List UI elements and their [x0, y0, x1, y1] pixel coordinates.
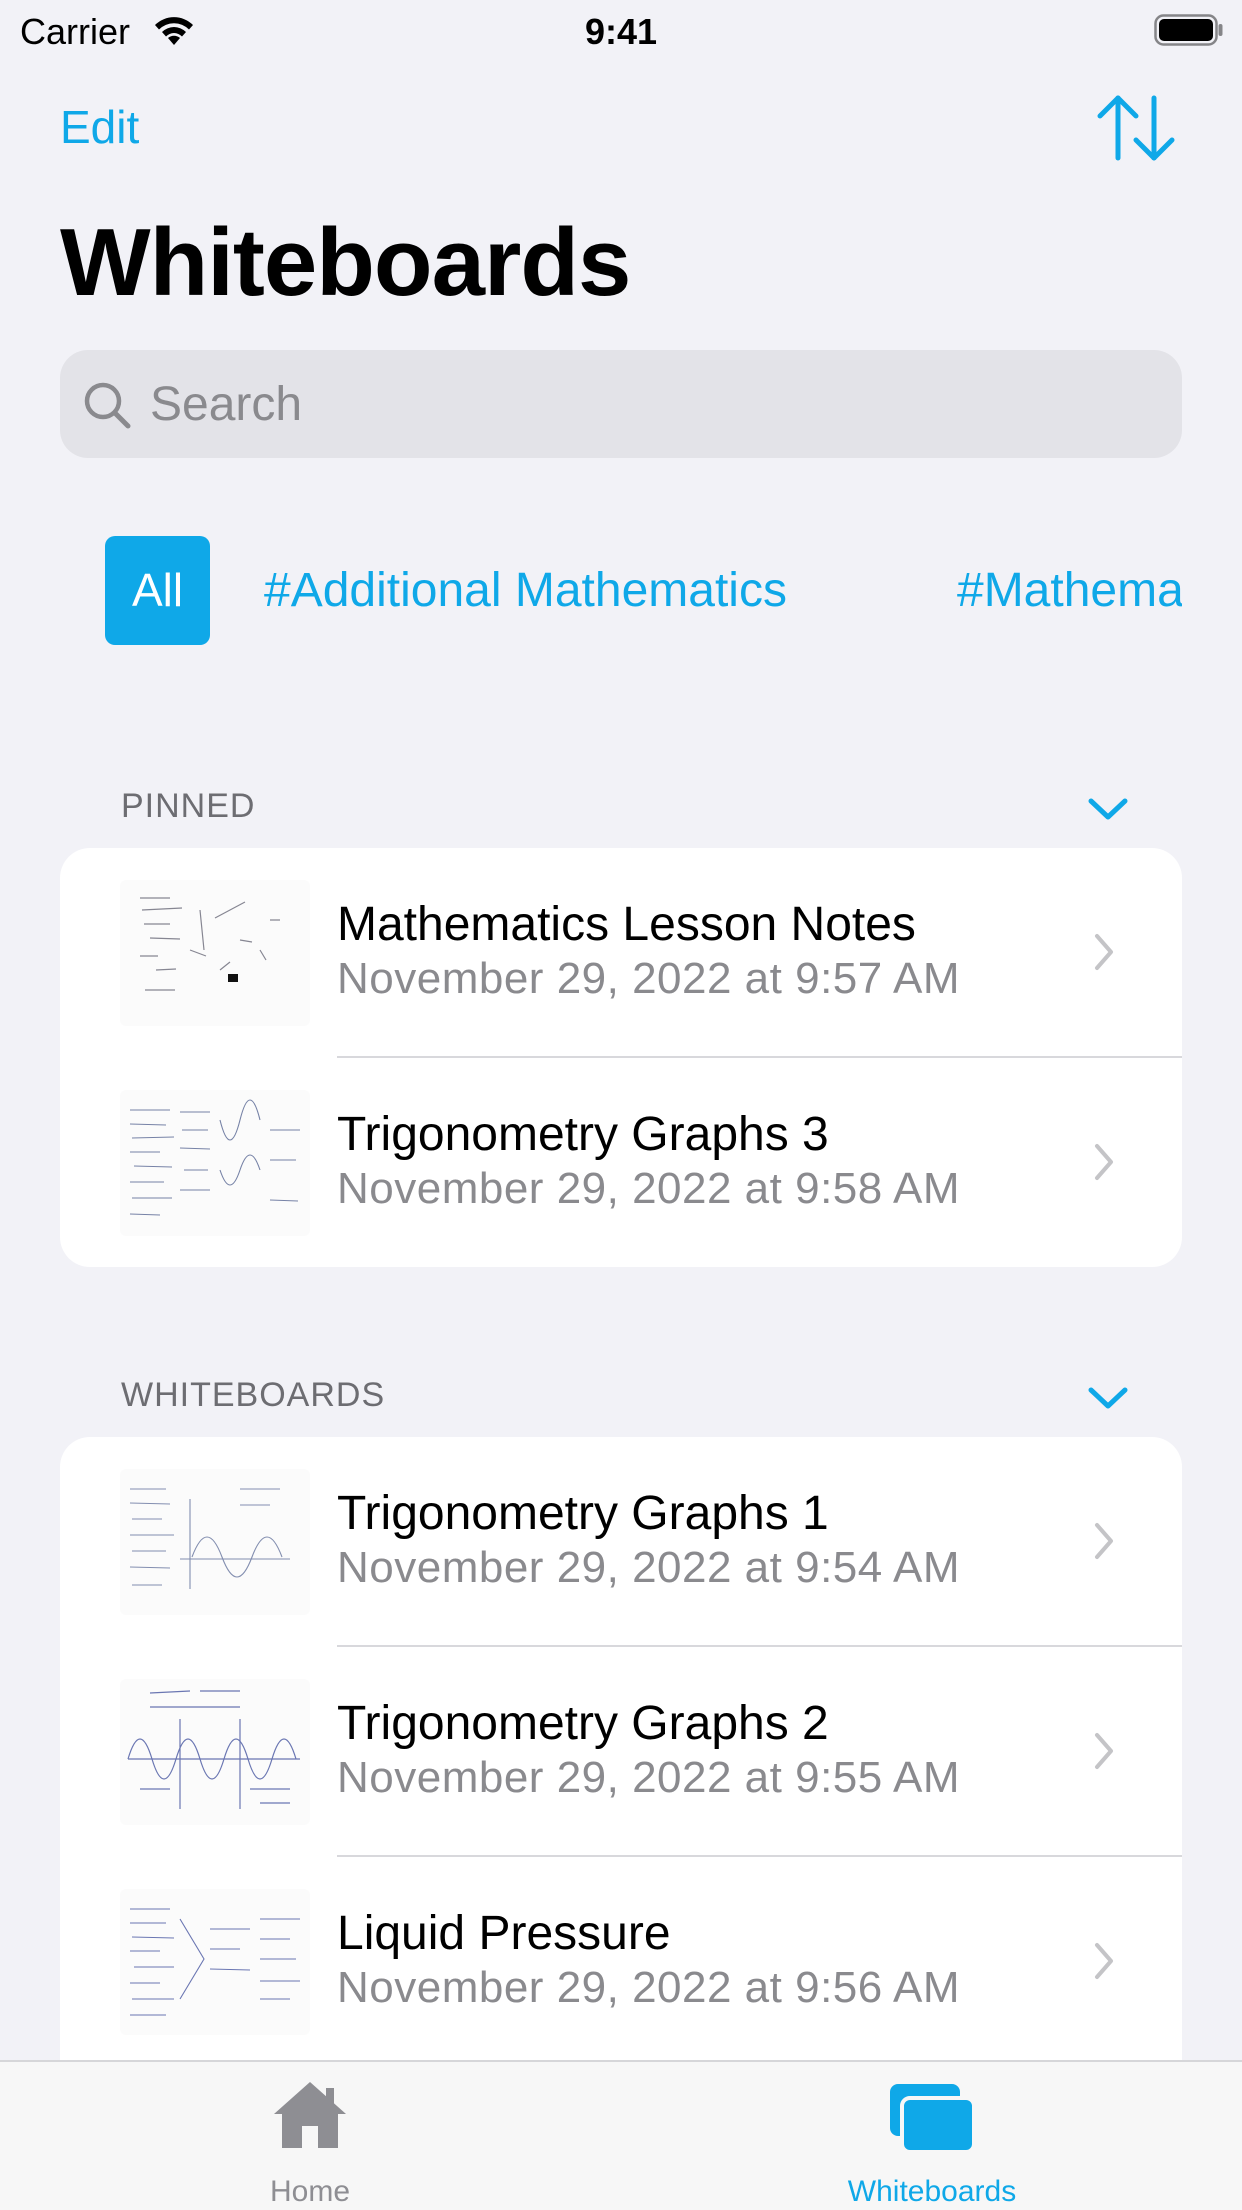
search-icon: [84, 382, 131, 429]
whiteboard-title: Trigonometry Graphs 2: [337, 1697, 829, 1750]
whiteboard-title: Trigonometry Graphs 3: [337, 1108, 829, 1161]
whiteboards-section-header: WHITEBOARDS: [121, 1376, 386, 1414]
whiteboard-thumbnail: [120, 1469, 310, 1615]
chevron-right-icon: [1095, 934, 1113, 970]
house-icon: [274, 2082, 346, 2148]
whiteboard-date: November 29, 2022 at 9:55 AM: [337, 1753, 961, 1802]
tag-all-button[interactable]: All: [105, 536, 210, 645]
tab-home-label: Home: [269, 2175, 351, 2208]
chevron-right-icon: [1095, 1144, 1113, 1180]
chevron-right-icon: [1095, 1943, 1113, 1979]
whiteboards-list-card: Trigonometry Graphs 1 November 29, 2022 …: [60, 1437, 1182, 2117]
list-item[interactable]: Trigonometry Graphs 2 November 29, 2022 …: [60, 1647, 1182, 1857]
whiteboard-thumbnail: [120, 1889, 310, 2035]
search-input[interactable]: [150, 356, 1150, 452]
whiteboard-date: November 29, 2022 at 9:56 AM: [337, 1963, 961, 2012]
tag-additional-mathematics[interactable]: #Additional Mathematics: [264, 536, 787, 645]
tag-mathematics[interactable]: #Mathematics: [957, 536, 1182, 645]
page-title: Whiteboards: [60, 209, 631, 316]
battery-icon: [1154, 14, 1223, 46]
whiteboard-title: Liquid Pressure: [337, 1907, 671, 1960]
whiteboard-date: November 29, 2022 at 9:58 AM: [337, 1164, 961, 1213]
tab-bar: Home Whiteboards: [0, 2060, 1242, 2210]
pinned-section-header: PINNED: [121, 787, 256, 825]
list-item[interactable]: Trigonometry Graphs 1 November 29, 2022 …: [60, 1437, 1182, 1647]
whiteboard-title: Trigonometry Graphs 1: [337, 1487, 829, 1540]
whiteboards-collapse-chevron-icon[interactable]: [1087, 1385, 1129, 1411]
tab-whiteboards[interactable]: Whiteboards: [782, 2062, 1082, 2210]
list-item[interactable]: Trigonometry Graphs 3 November 29, 2022 …: [60, 1058, 1182, 1267]
list-item[interactable]: Liquid Pressure November 29, 2022 at 9:5…: [60, 1857, 1182, 2067]
whiteboard-title: Mathematics Lesson Notes: [337, 898, 916, 951]
tag-filter-row: All #Additional Mathematics #Mathematics: [0, 536, 1182, 646]
whiteboard-date: November 29, 2022 at 9:57 AM: [337, 954, 961, 1003]
whiteboards-stack-icon: [890, 2084, 976, 2154]
list-item[interactable]: Mathematics Lesson Notes November 29, 20…: [60, 848, 1182, 1058]
pinned-collapse-chevron-icon[interactable]: [1087, 796, 1129, 822]
chevron-right-icon: [1095, 1733, 1113, 1769]
edit-button[interactable]: Edit: [60, 98, 139, 156]
whiteboard-thumbnail: [120, 1679, 310, 1825]
chevron-right-icon: [1095, 1523, 1113, 1559]
tab-home[interactable]: Home: [160, 2062, 460, 2210]
sort-arrows-icon[interactable]: [1096, 92, 1176, 164]
whiteboard-thumbnail: [120, 1090, 310, 1236]
pinned-list-card: Mathematics Lesson Notes November 29, 20…: [60, 848, 1182, 1267]
whiteboard-date: November 29, 2022 at 9:54 AM: [337, 1543, 961, 1592]
tab-whiteboards-label: Whiteboards: [847, 2175, 1017, 2208]
whiteboard-thumbnail: [120, 880, 310, 1026]
status-time: 9:41: [584, 11, 658, 52]
